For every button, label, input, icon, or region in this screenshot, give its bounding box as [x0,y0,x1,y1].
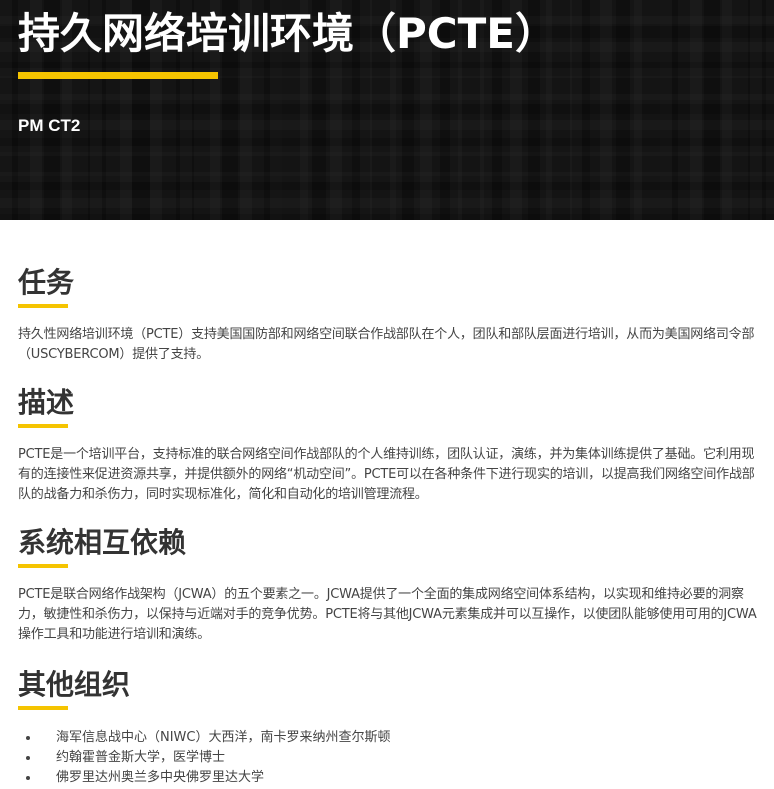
description-text: PCTE是一个培训平台，支持标准的联合网络空间作战部队的个人维持训练，团队认证，… [18,447,755,502]
interdependency-section: 系统相互依赖 PCTE是联合网络作战架构（JCWA）的五个要素之一。JCWA提供… [18,524,766,645]
page-subtitle: PM CT2 [18,116,81,135]
interdependency-text: PCTE是联合网络作战架构（JCWA）的五个要素之一。JCWA提供了一个全面的集… [18,587,757,642]
page-title: 持久网络培训环境（PCTE） [18,9,557,58]
mission-heading: 任务 [18,266,75,299]
heading-underline [18,424,68,428]
other-orgs-heading: 其他组织 [18,668,131,701]
heading-underline [18,564,68,568]
org-list: 海军信息战中心（NIWC）大西洋，南卡罗来纳州查尔斯顿 约翰霍普金斯大学，医学博… [18,728,766,788]
heading-underline [18,304,68,308]
list-item: 海军信息战中心（NIWC）大西洋，南卡罗来纳州查尔斯顿 [40,728,766,748]
title-accent-bar [18,72,218,79]
mission-text: 持久性网络培训环境（PCTE）支持美国国防部和网络空间联合作战部队在个人，团队和… [18,327,755,362]
heading-underline [18,706,68,710]
other-orgs-section: 其他组织 海军信息战中心（NIWC）大西洋，南卡罗来纳州查尔斯顿 约翰霍普金斯大… [18,666,766,788]
description-heading: 描述 [18,386,75,419]
list-item: 佛罗里达州奥兰多中央佛罗里达大学 [40,768,766,788]
interdependency-heading: 系统相互依赖 [18,526,187,559]
mission-section: 任务 持久性网络培训环境（PCTE）支持美国国防部和网络空间联合作战部队在个人，… [18,264,766,365]
list-item: 约翰霍普金斯大学，医学博士 [40,748,766,768]
page-header: 持久网络培训环境（PCTE） PM CT2 [0,0,774,220]
description-section: 描述 PCTE是一个培训平台，支持标准的联合网络空间作战部队的个人维持训练，团队… [18,384,766,505]
